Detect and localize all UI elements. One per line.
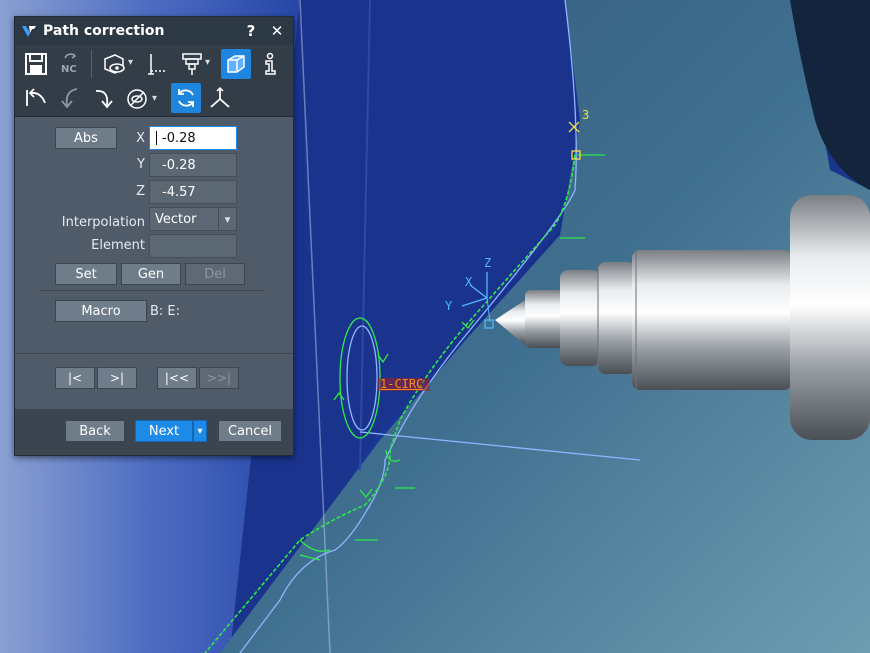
- coordinate-panel: Abs X -0.28 Y -0.28 Z -4.57 Interpolatio…: [15, 117, 293, 409]
- axes-icon: [210, 86, 230, 108]
- z-input[interactable]: -4.57: [149, 180, 237, 204]
- back-button[interactable]: Back: [65, 420, 125, 442]
- nc-icon-label: NC: [61, 64, 77, 75]
- save-button[interactable]: [21, 49, 51, 79]
- next-dropdown-button[interactable]: ▾: [193, 420, 207, 442]
- interpolation-label: Interpolation: [61, 215, 145, 230]
- chevron-down-icon: ▾: [218, 208, 236, 230]
- z-label: Z: [136, 184, 145, 199]
- gen-button[interactable]: Gen: [121, 263, 181, 285]
- step-back-button[interactable]: [55, 83, 85, 113]
- axes-button[interactable]: [205, 83, 235, 113]
- tool-button[interactable]: [177, 49, 207, 79]
- rewind-button[interactable]: |<<: [157, 367, 197, 389]
- abs-button[interactable]: Abs: [55, 127, 117, 149]
- nc-icon: NC: [61, 53, 77, 75]
- cube-icon: [227, 55, 245, 73]
- app-logo-icon: [22, 26, 36, 37]
- chevron-down-icon: ▾: [197, 425, 203, 437]
- axis-y-label: Y: [445, 299, 453, 313]
- close-button[interactable]: ✕: [267, 22, 287, 40]
- divider: [39, 290, 265, 291]
- nc-button[interactable]: NC: [55, 49, 85, 79]
- help-button[interactable]: ?: [241, 22, 261, 40]
- eye-cube-icon: [104, 54, 125, 74]
- undo-button[interactable]: [21, 83, 51, 113]
- macro-button[interactable]: Macro: [55, 300, 147, 322]
- refresh-icon: [178, 89, 194, 107]
- element-label: Element: [91, 238, 145, 253]
- curved-forward-arrow-icon: [95, 90, 113, 109]
- interpolation-value: Vector: [155, 211, 197, 227]
- first-point-button[interactable]: |<: [55, 367, 95, 389]
- dialog-footer: Back Next ▾ Cancel: [15, 409, 293, 455]
- y-label: Y: [137, 157, 145, 172]
- del-button[interactable]: Del: [185, 263, 245, 285]
- axis-z-label: Z: [484, 256, 492, 270]
- circle-element-label[interactable]: 1-CIRC: [380, 377, 423, 391]
- solid-view-button[interactable]: [221, 49, 251, 79]
- path-correction-dialog: Path correction ? ✕ NC ▾ ▾ ▾ Abs X -0.28…: [14, 16, 294, 456]
- info-icon: [265, 52, 276, 75]
- x-input[interactable]: -0.28: [149, 126, 237, 150]
- step-forward-button[interactable]: [89, 83, 119, 113]
- next-button[interactable]: Next: [135, 420, 193, 442]
- eye-crossed-icon: [127, 89, 147, 109]
- x-label: X: [136, 131, 145, 146]
- dialog-titlebar[interactable]: Path correction ? ✕: [15, 17, 293, 45]
- cancel-button[interactable]: Cancel: [218, 420, 282, 442]
- toolbar-separator: [91, 50, 92, 78]
- info-button[interactable]: [255, 49, 285, 79]
- fast-forward-button[interactable]: >>|: [199, 367, 239, 389]
- undo-arrow-icon: [26, 88, 46, 106]
- macro-info: B: E:: [150, 304, 181, 319]
- divider: [15, 353, 293, 354]
- toolbar: NC ▾ ▾ ▾: [15, 45, 293, 117]
- floppy-icon: [25, 53, 47, 75]
- point-number-label: 3: [582, 108, 590, 122]
- dialog-title: Path correction: [43, 23, 165, 39]
- dimension-icon: [148, 54, 167, 75]
- set-button[interactable]: Set: [55, 263, 117, 285]
- tool-holder-icon: [182, 53, 202, 75]
- next-point-button[interactable]: >|: [97, 367, 137, 389]
- interpolation-select[interactable]: Vector ▾: [149, 207, 237, 231]
- refresh-button[interactable]: [171, 83, 201, 113]
- y-input[interactable]: -0.28: [149, 153, 237, 177]
- curved-down-arrow-icon: [61, 88, 78, 109]
- element-input[interactable]: [149, 234, 237, 258]
- axis-x-label: X: [465, 275, 473, 289]
- measure-button[interactable]: [143, 49, 173, 79]
- visibility-button[interactable]: [123, 83, 153, 113]
- chevron-down-icon[interactable]: ▾: [152, 93, 157, 104]
- chevron-down-icon[interactable]: ▾: [128, 57, 133, 68]
- chevron-down-icon[interactable]: ▾: [205, 57, 210, 68]
- view-mode-button[interactable]: [99, 49, 129, 79]
